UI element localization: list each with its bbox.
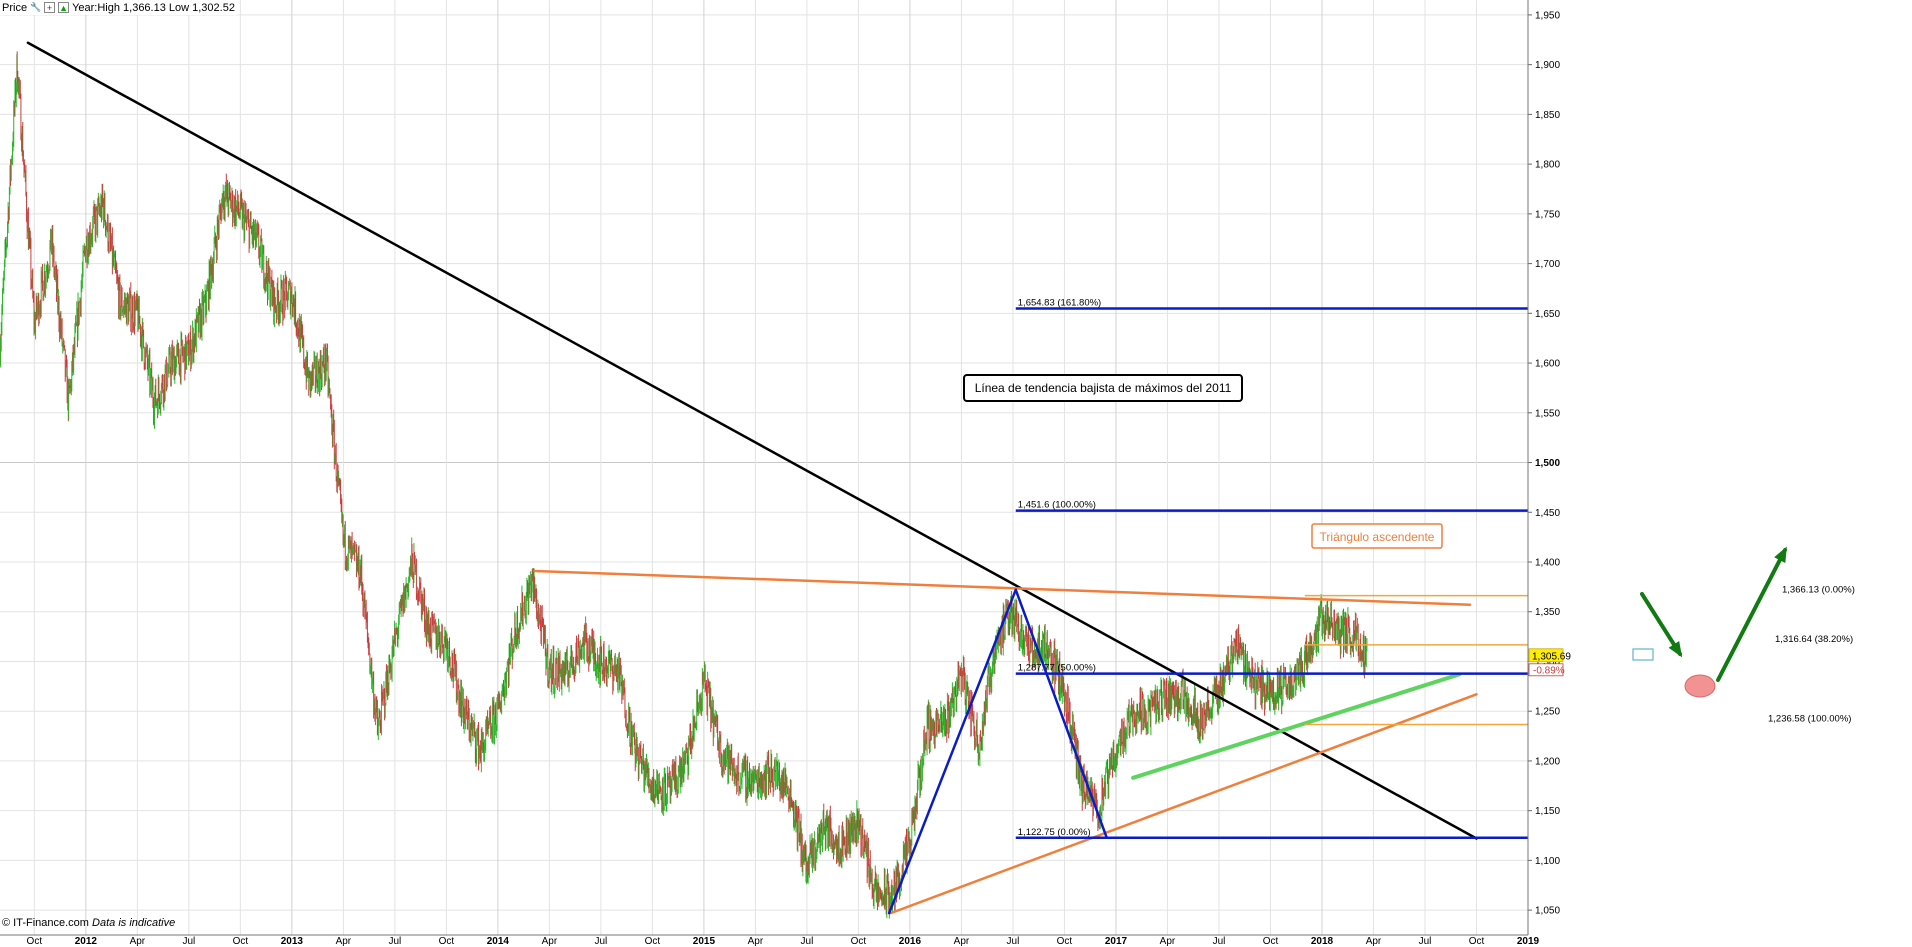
y-tick-label: 1,950 [1535, 10, 1560, 21]
x-tick-label: 2016 [899, 936, 922, 947]
y-tick-label: 1,650 [1535, 309, 1560, 320]
x-tick-label: 2018 [1311, 936, 1334, 947]
last-price-text: 1,305.69 [1532, 651, 1571, 662]
y-tick-label: 1,350 [1535, 607, 1560, 618]
y-tick-label: 1,400 [1535, 557, 1560, 568]
level-label: 1,122.75 (0.00%) [1018, 827, 1091, 838]
x-tick-label: Apr [1366, 936, 1382, 947]
x-tick-label: 2012 [75, 936, 98, 947]
x-tick-label: Oct [233, 936, 249, 947]
target-zone-marker [1684, 674, 1716, 698]
y-tick-label: 1,200 [1535, 756, 1560, 767]
x-tick-label: Apr [748, 936, 764, 947]
y-tick-label: 1,600 [1535, 359, 1560, 370]
y-tick-label: 1,750 [1535, 209, 1560, 220]
wrench-icon[interactable]: 🔧 [30, 2, 41, 13]
annotation-triangle-text: Triángulo ascendente [1320, 530, 1435, 544]
y-tick-label: 1,900 [1535, 60, 1560, 71]
level-label: 1,236.58 (100.00%) [1768, 714, 1851, 725]
up-arrow-icon[interactable]: ▲ [58, 2, 70, 13]
y-tick-label: 1,450 [1535, 508, 1560, 519]
y-tick-label: 1,100 [1535, 856, 1560, 867]
x-tick-label: 2019 [1517, 936, 1540, 947]
add-indicator-icon[interactable]: + [44, 2, 56, 13]
y-tick-label: 1,700 [1535, 259, 1560, 270]
x-tick-label: Apr [542, 936, 558, 947]
x-tick-label: Oct [1263, 936, 1279, 947]
x-tick-label: Oct [645, 936, 661, 947]
x-tick-label: Apr [954, 936, 970, 947]
change-text: -0.89% [1533, 665, 1565, 676]
x-tick-label: Oct [27, 936, 43, 947]
x-tick-label: Oct [1469, 936, 1485, 947]
x-tick-label: Apr [1160, 936, 1176, 947]
x-tick-label: Apr [130, 936, 146, 947]
footer-credit: © IT-Finance.com Data is indicative [2, 917, 175, 929]
y-tick-label: 1,050 [1535, 906, 1560, 917]
x-tick-label: Oct [1057, 936, 1073, 947]
chart-background [0, 0, 1912, 947]
x-tick-label: Jul [1213, 936, 1226, 947]
footer-brand: © IT-Finance.com [2, 917, 89, 929]
y-tick-label: 1,850 [1535, 110, 1560, 121]
level-label: 1,366.13 (0.00%) [1782, 585, 1855, 596]
price-chart: 1,654.83 (161.80%) 1,451.6 (100.00%) 1,287… [0, 0, 1912, 947]
y-tick-label: 1,150 [1535, 806, 1560, 817]
x-tick-label: Apr [336, 936, 352, 947]
x-tick-label: Jul [801, 936, 814, 947]
x-tick-label: Jul [1419, 936, 1432, 947]
x-tick-label: 2013 [281, 936, 304, 947]
level-label: 1,451.6 (100.00%) [1018, 500, 1096, 511]
year-high-low: Year:High 1,366.13 Low 1,302.52 [72, 1, 235, 14]
x-tick-label: Jul [595, 936, 608, 947]
x-tick-label: Jul [388, 936, 401, 947]
x-tick-label: 2014 [487, 936, 510, 947]
x-tick-label: Oct [439, 936, 455, 947]
footer-note: Data is indicative [92, 917, 176, 929]
x-tick-label: Jul [182, 936, 195, 947]
x-tick-label: Oct [851, 936, 867, 947]
x-tick-label: Jul [1007, 936, 1020, 947]
chart-toolbar: Price 🔧 + ▲ Year:High 1,366.13 Low 1,302… [0, 0, 237, 15]
level-label: 1,287.77 (50.00%) [1018, 663, 1096, 674]
annotation-downtrend-text: Línea de tendencia bajista de máximos de… [975, 381, 1232, 395]
x-tick-label: 2017 [1105, 936, 1128, 947]
level-label: 1,316.64 (38.20%) [1775, 634, 1853, 645]
x-tick-label: 2015 [693, 936, 716, 947]
y-tick-label: 1,550 [1535, 408, 1560, 419]
y-tick-label: 1,250 [1535, 707, 1560, 718]
level-label: 1,654.83 (161.80%) [1018, 298, 1101, 309]
y-tick-label: 1,800 [1535, 160, 1560, 171]
y-tick-label: 1,500 [1535, 458, 1560, 469]
price-title: Price [2, 1, 28, 14]
